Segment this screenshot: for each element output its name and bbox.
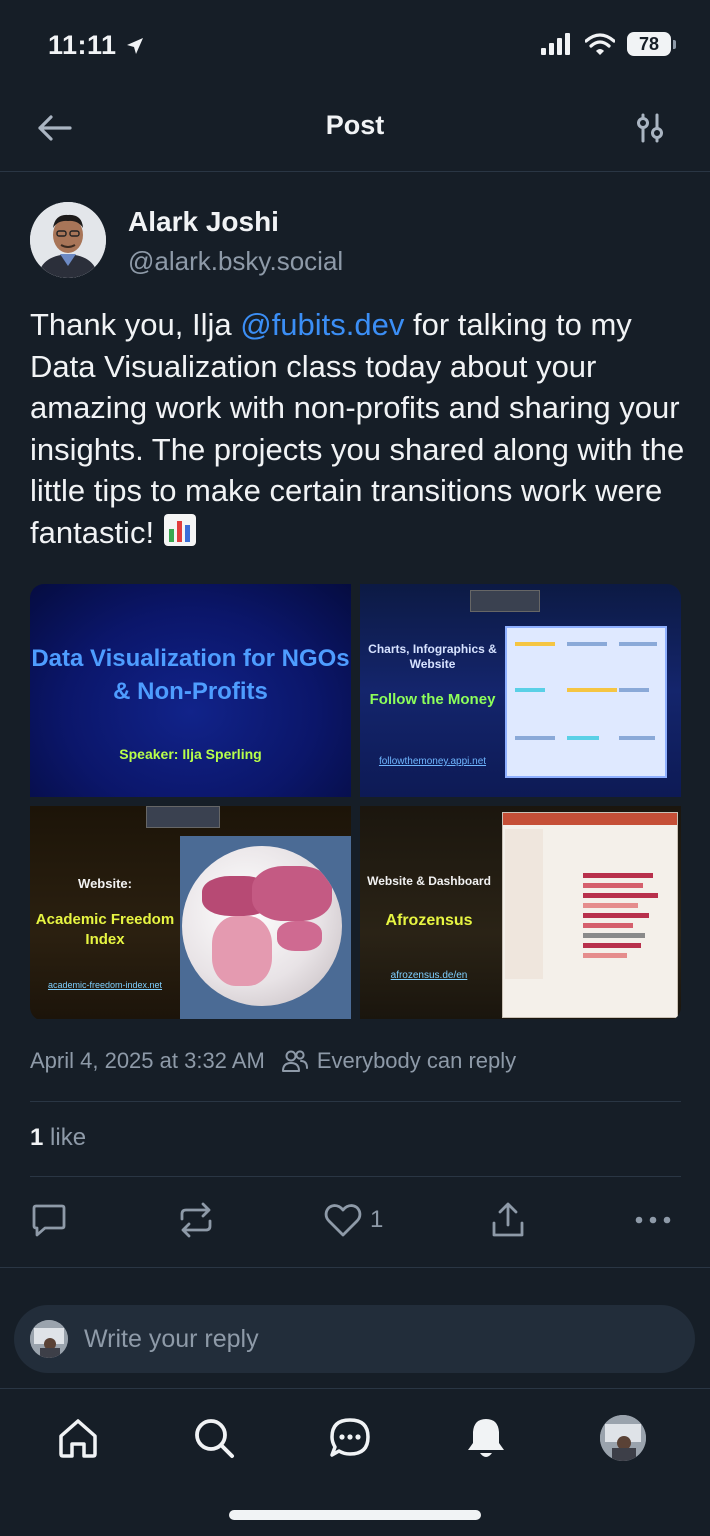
like-button[interactable]: 1 [324, 1198, 383, 1242]
dashboard-screenshot [505, 626, 667, 778]
my-avatar [30, 1320, 68, 1358]
post-header: Post [0, 90, 710, 172]
post-timestamp: April 4, 2025 at 3:32 AM [30, 1048, 265, 1073]
battery-level: 78 [627, 32, 671, 56]
tab-search[interactable] [189, 1413, 239, 1463]
likes-summary[interactable]: 1 like [30, 1124, 86, 1152]
divider [30, 1176, 681, 1177]
slide-link: academic-freedom-index.net [47, 980, 163, 990]
divider [0, 1267, 710, 1268]
reply-button[interactable] [30, 1198, 68, 1242]
search-icon [195, 1419, 234, 1458]
status-bar: 11:11 78 [0, 0, 710, 90]
people-icon [281, 1049, 309, 1073]
slide-link: followthemoney.appi.net [378, 756, 487, 767]
globe-map-screenshot [180, 836, 351, 1019]
dashboard-screenshot [502, 812, 678, 1018]
more-options-button[interactable] [634, 1198, 672, 1242]
tab-notifications[interactable] [461, 1413, 511, 1463]
webcam-thumbnail [470, 590, 540, 612]
slide-title: Data Visualization for NGOs & Non-Profit… [31, 645, 350, 705]
bar-chart-emoji-icon [163, 513, 196, 546]
home-icon [59, 1419, 97, 1458]
image-slide-data-viz-ngos[interactable]: Data Visualization for NGOs & Non-Profit… [30, 584, 351, 797]
thread-settings-button[interactable] [628, 108, 672, 148]
mention-link[interactable]: @fubits.dev [240, 307, 404, 342]
image-slide-afrozensus[interactable]: Website & Dashboard Afrozensus afrozensu… [360, 806, 681, 1019]
post-actions: 1 [0, 1198, 710, 1242]
slide-speaker: Speaker: Ilja Sperling [119, 746, 262, 762]
likes-label: like [43, 1124, 87, 1151]
status-time: 11:11 [48, 30, 145, 61]
image-slide-academic-freedom-index[interactable]: Website: Academic Freedom Index academic… [30, 806, 351, 1019]
bell-icon [468, 1419, 504, 1457]
post-text: Thank you, Ilja @fubits.dev for talking … [30, 304, 690, 554]
repost-button[interactable] [176, 1198, 216, 1242]
image-slide-follow-the-money[interactable]: Charts, Infographics & Website Follow th… [360, 584, 681, 797]
tab-home[interactable] [53, 1413, 103, 1463]
author-avatar[interactable] [30, 202, 106, 278]
author-handle[interactable]: @alark.bsky.social [128, 246, 343, 277]
avatar-photo [30, 202, 106, 278]
slide-title: Charts, Infographics & Website [368, 642, 497, 671]
post-image-gallery: Data Visualization for NGOs & Non-Profit… [30, 584, 681, 1021]
tab-profile[interactable] [598, 1413, 648, 1463]
reply-input[interactable]: Write your reply [84, 1325, 259, 1354]
repost-icon [180, 1202, 212, 1238]
divider [30, 1101, 681, 1102]
battery-indicator: 78 [627, 32, 676, 56]
wifi-icon [585, 33, 615, 55]
author-name[interactable]: Alark Joshi [128, 206, 279, 238]
slide-label: Website & Dashboard [367, 874, 491, 888]
like-count: 1 [370, 1206, 384, 1233]
tab-chat[interactable] [325, 1413, 375, 1463]
slide-subtitle: Follow the Money [369, 691, 496, 708]
page-title: Post [325, 110, 385, 140]
likes-count: 1 [30, 1124, 44, 1151]
reply-composer[interactable]: Write your reply [14, 1305, 695, 1373]
home-indicator [229, 1510, 481, 1520]
slide-title: Afrozensus [385, 912, 473, 929]
share-icon [492, 1202, 524, 1237]
share-button[interactable] [490, 1198, 526, 1242]
slide-link: afrozensus.de/en [390, 970, 468, 981]
signal-icon [541, 33, 570, 55]
speech-bubble-icon [32, 1204, 66, 1237]
reply-setting[interactable]: Everybody can reply [317, 1048, 516, 1074]
heart-icon [324, 1204, 362, 1237]
chat-icon [330, 1418, 370, 1457]
more-icon [635, 1216, 671, 1224]
location-arrow-icon [126, 37, 143, 54]
slide-label: Website: [78, 876, 132, 891]
post-text-end: for talking to my Data Visualization cla… [30, 307, 685, 550]
slide-title: Academic Freedom Index [35, 911, 175, 948]
status-time-text: 11:11 [48, 30, 117, 60]
webcam-thumbnail [146, 806, 220, 828]
post-text-start: Thank you, Ilja [30, 307, 241, 342]
post-meta: April 4, 2025 at 3:32 AM Everybody can r… [30, 1048, 516, 1074]
sliders-icon [637, 113, 663, 143]
profile-avatar [600, 1415, 646, 1461]
